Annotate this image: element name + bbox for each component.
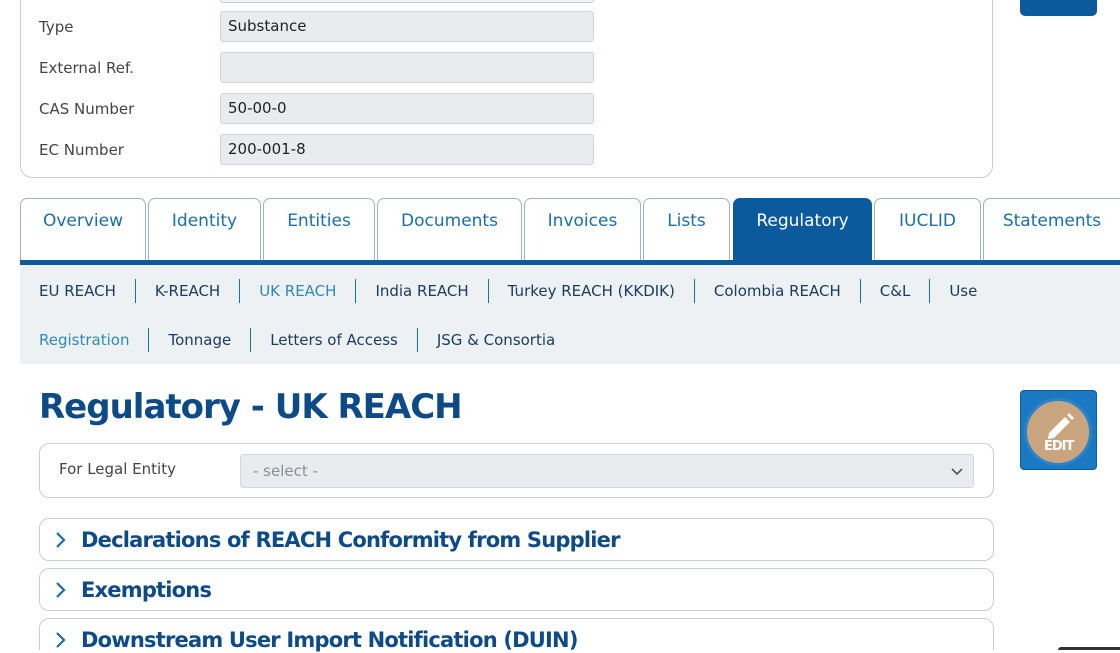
subnav-india-reach[interactable]: India REACH (355, 279, 487, 303)
tab-overview[interactable]: Overview (20, 198, 146, 260)
subnav-uk-reach[interactable]: UK REACH (239, 279, 355, 303)
legal-entity-card: For Legal Entity - select - (39, 443, 994, 498)
accordion-title: Declarations of REACH Conformity from Su… (81, 528, 620, 552)
edit-label: EDIT (1044, 439, 1074, 454)
chevron-right-icon (56, 532, 66, 548)
subnav-use[interactable]: Use (929, 279, 996, 303)
subnav-k-reach[interactable]: K-REACH (134, 279, 239, 303)
tab-invoices[interactable]: Invoices (524, 198, 641, 260)
edit-button[interactable]: EDIT (1020, 390, 1097, 470)
subnav-tonnage[interactable]: Tonnage (148, 328, 250, 352)
subnav-cl[interactable]: C&L (859, 279, 930, 303)
tab-documents[interactable]: Documents (377, 198, 522, 260)
chevron-right-icon (56, 582, 66, 598)
type-field[interactable]: Substance (220, 11, 594, 42)
ec-number-field[interactable]: 200-001-8 (220, 134, 594, 165)
external-ref-field[interactable] (220, 52, 594, 83)
legal-entity-select[interactable]: - select - (240, 454, 974, 488)
subnav-turkey-reach[interactable]: Turkey REACH (KKDIK) (487, 279, 694, 303)
tab-iuclid[interactable]: IUCLID (874, 198, 981, 260)
cas-number-label: CAS Number (39, 100, 135, 118)
accordion-exemptions[interactable]: Exemptions (39, 568, 994, 611)
cas-number-field[interactable]: 50-00-0 (220, 93, 594, 124)
subnav-eu-reach[interactable]: EU REACH (39, 279, 135, 303)
ec-number-label: EC Number (39, 141, 124, 159)
tab-entities[interactable]: Entities (263, 198, 375, 260)
top-action-button[interactable] (1020, 0, 1097, 16)
page-title: Regulatory - UK REACH (39, 387, 463, 427)
edit-badge: EDIT (1024, 398, 1092, 466)
subnav-registration[interactable]: Registration (39, 328, 148, 352)
main-tabs: Overview Identity Entities Documents Inv… (20, 198, 1120, 260)
accordion-title: Downstream User Import Notification (DUI… (81, 628, 578, 652)
type-label: Type (39, 18, 74, 36)
subnav-colombia-reach[interactable]: Colombia REACH (693, 279, 860, 303)
chevron-down-icon (951, 468, 963, 476)
tab-lists[interactable]: Lists (643, 198, 730, 260)
subnav-letters-of-access[interactable]: Letters of Access (250, 328, 417, 352)
subnav-jsg-consortia[interactable]: JSG & Consortia (416, 328, 574, 352)
accordion-duin[interactable]: Downstream User Import Notification (DUI… (39, 618, 994, 652)
accordion-title: Exemptions (81, 578, 212, 602)
tab-identity[interactable]: Identity (148, 198, 261, 260)
external-ref-label: External Ref. (39, 59, 134, 77)
tab-statements[interactable]: Statements (983, 198, 1120, 260)
tab-regulatory[interactable]: Regulatory (733, 198, 872, 260)
accordion-declarations[interactable]: Declarations of REACH Conformity from Su… (39, 518, 994, 561)
legal-entity-label: For Legal Entity (59, 460, 176, 478)
legal-entity-select-value: - select - (253, 462, 318, 480)
regulatory-subnav: EU REACH K-REACH UK REACH India REACH Tu… (20, 265, 1120, 364)
partial-field-above[interactable] (220, 0, 594, 3)
subnav-row-sections: Registration Tonnage Letters of Access J… (39, 328, 574, 352)
chevron-right-icon (56, 632, 66, 648)
subnav-row-regions: EU REACH K-REACH UK REACH India REACH Tu… (39, 279, 996, 303)
